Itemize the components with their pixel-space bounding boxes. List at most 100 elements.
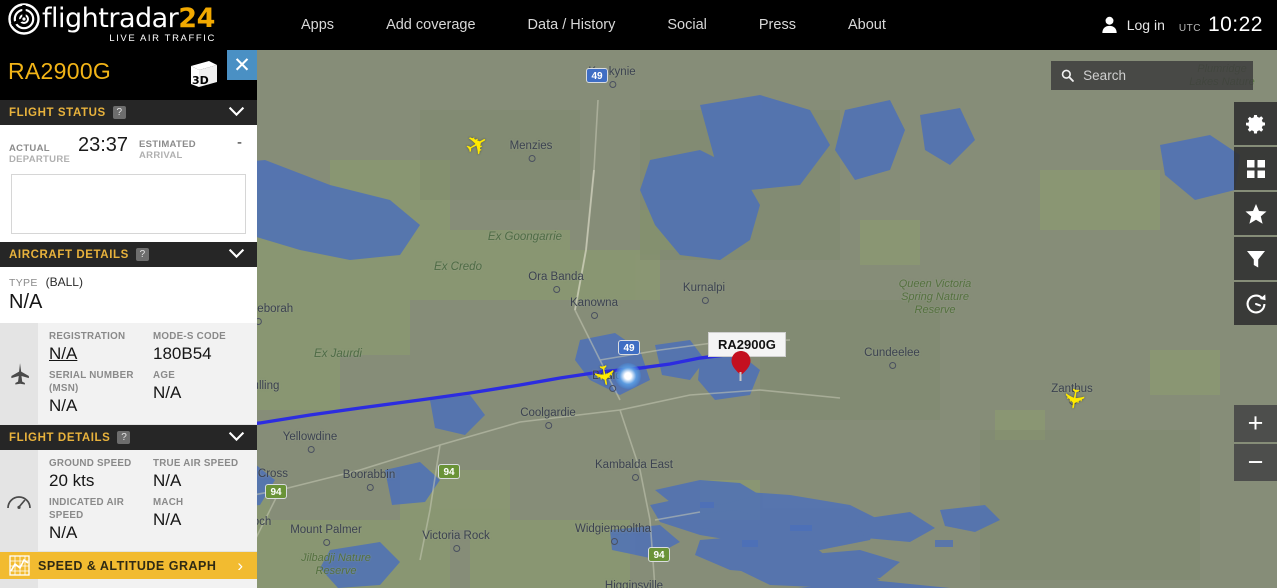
playback-history-icon [1246,293,1266,313]
nav-item-press[interactable]: Press [733,0,822,50]
brand-wordmark: flightradar24 [42,4,215,34]
speed-row: GROUND SPEED 20 kts TRUE AIR SPEED N/A I… [0,450,257,552]
section-header-aircraft-details[interactable]: AIRCRAFT DETAILS ? [0,242,257,267]
close-panel-button[interactable]: ✕ [227,50,257,80]
indicated-air-speed-field: INDICATED AIR SPEED N/A [49,496,153,543]
user-avatar-icon [1102,16,1117,34]
nav-item-data-history[interactable]: Data / History [502,0,642,50]
map-place-label: Ex Goongarrie [487,231,563,243]
ground-speed-field: GROUND SPEED 20 kts [49,457,153,491]
gear-icon [1245,114,1265,133]
aircraft-details-help-icon[interactable]: ? [135,248,149,261]
airplane-icon [0,323,38,424]
aircraft-details-chevron-down-icon[interactable] [228,246,245,263]
svg-text:3D: 3D [192,74,209,87]
altitude-row: CALIBRATED ALTITUDE 22,125 ft VERTICAL S… [0,579,257,588]
true-air-speed-label: TRUE AIR SPEED [153,458,239,469]
altitude-icon [0,579,38,588]
section-header-flight-status[interactable]: FLIGHT STATUS ? [0,100,257,125]
search-input[interactable] [1083,68,1243,83]
flight-status-chevron-down-icon[interactable] [228,104,245,121]
nav-item-add-coverage[interactable]: Add coverage [360,0,501,50]
aircraft-type-value: N/A [9,291,43,313]
map-place-label: Higginsville [605,580,663,588]
flight-details-chevron-down-icon[interactable] [228,429,245,446]
map-place-label: Yellowdine [282,431,338,453]
true-air-speed-value: N/A [153,471,182,490]
login-label: Log in [1126,17,1165,33]
favorites-button[interactable] [1234,192,1277,235]
brand-logo[interactable]: flightradar24 LIVE AIR TRAFFIC [8,2,218,48]
flight-status-title: FLIGHT STATUS [9,106,106,119]
road-shield-icon: 49 [618,340,640,355]
brand-name-24: 24 [178,3,215,34]
map-place-label: Kambalda East [595,459,673,481]
search-box[interactable] [1051,61,1253,90]
mach-value: N/A [153,510,182,529]
map-place-label: Ex Jaurdi [314,348,362,360]
radar-logo-icon [8,3,40,35]
map-place-label: Ora Banda [528,271,584,293]
mode-s-value: 180B54 [153,344,212,363]
zoom-out-button[interactable]: − [1234,444,1277,481]
age-field: AGE N/A [153,369,257,416]
aircraft-details-title: AIRCRAFT DETAILS [9,248,129,261]
aircraft-icon-boulder[interactable]: ✈ [587,362,620,389]
actual-departure-value: 23:37 [78,134,129,156]
zoom-controls: + − [1234,405,1277,483]
chevron-right-icon: › [237,555,243,575]
main-nav: Apps Add coverage Data / History Social … [275,0,912,50]
map-place-label: Menzies [509,140,553,162]
mode-s-field: MODE-S CODE 180B54 [153,330,257,364]
aircraft-identity-row: REGISTRATION N/A MODE-S CODE 180B54 SERI… [0,323,257,425]
view-3d-button[interactable]: 3D [187,59,219,89]
aircraft-icon-zanthus[interactable]: ✈ [1057,385,1090,412]
layers-grid-button[interactable] [1234,147,1277,190]
section-header-flight-details[interactable]: FLIGHT DETAILS ? [0,425,257,450]
actual-departure-label: ACTUAL DEPARTURE [9,143,71,165]
ground-speed-value: 20 kts [49,471,95,490]
estimated-arrival-value: - [237,134,242,151]
actual-departure-block: ACTUAL DEPARTURE 23:37 [9,134,139,165]
nav-item-social[interactable]: Social [641,0,733,50]
speed-altitude-graph-label: SPEED & ALTITUDE GRAPH [38,558,217,573]
road-shield-icon: 49 [586,68,608,83]
map-place-label: Ex Credo [434,261,482,273]
settings-button[interactable] [1234,102,1277,145]
mode-s-label: MODE-S CODE [153,331,226,342]
login-button[interactable]: Log in [1101,16,1165,34]
msn-value: N/A [49,396,78,415]
map-place-label: Widgiemooltha [574,523,652,545]
registration-value[interactable]: N/A [49,343,153,364]
utc-clock[interactable]: UTC 10:22 [1179,13,1263,37]
map-reserve-label: Jilbadji Nature Reserve [301,552,371,577]
map-place-label: Mount Palmer [290,524,362,546]
aircraft-type-label: TYPE [9,277,38,289]
road-shield-icon: 94 [265,484,287,499]
zoom-in-button[interactable]: + [1234,405,1277,442]
sidebar-header: RA2900G 3D ✕ [0,50,257,100]
star-icon [1245,203,1266,224]
nav-item-apps[interactable]: Apps [275,0,360,50]
flight-status-help-icon[interactable]: ? [112,106,126,119]
map-place-label: Kanowna [570,297,618,319]
aircraft-type-code: (BALL) [45,275,83,289]
speedometer-icon [0,450,38,551]
map-tool-column [1234,102,1277,327]
nav-item-about[interactable]: About [822,0,912,50]
utc-time: 10:22 [1207,13,1263,36]
mach-field: MACH N/A [153,496,257,543]
filter-icon [1246,250,1265,267]
ground-speed-label: GROUND SPEED [49,458,132,469]
balloon-marker-icon[interactable] [730,350,752,382]
flight-details-help-icon[interactable]: ? [117,431,131,444]
flightradar24-app: Kookynie Menzies Ex Goongarrie Ex Credo Ora … [0,0,1277,588]
playback-button[interactable] [1234,282,1277,325]
road-shield-icon: 94 [648,547,670,562]
search-icon [1061,69,1074,82]
speed-altitude-graph-button[interactable]: SPEED & ALTITUDE GRAPH › [0,552,257,579]
selected-position-marker[interactable] [615,363,641,389]
msn-label: SERIAL NUMBER (MSN) [49,370,134,394]
filters-button[interactable] [1234,237,1277,280]
flight-info-sidebar: RA2900G 3D ✕ FLIGHT STATUS ? ACTUAL DEPA… [0,50,257,588]
